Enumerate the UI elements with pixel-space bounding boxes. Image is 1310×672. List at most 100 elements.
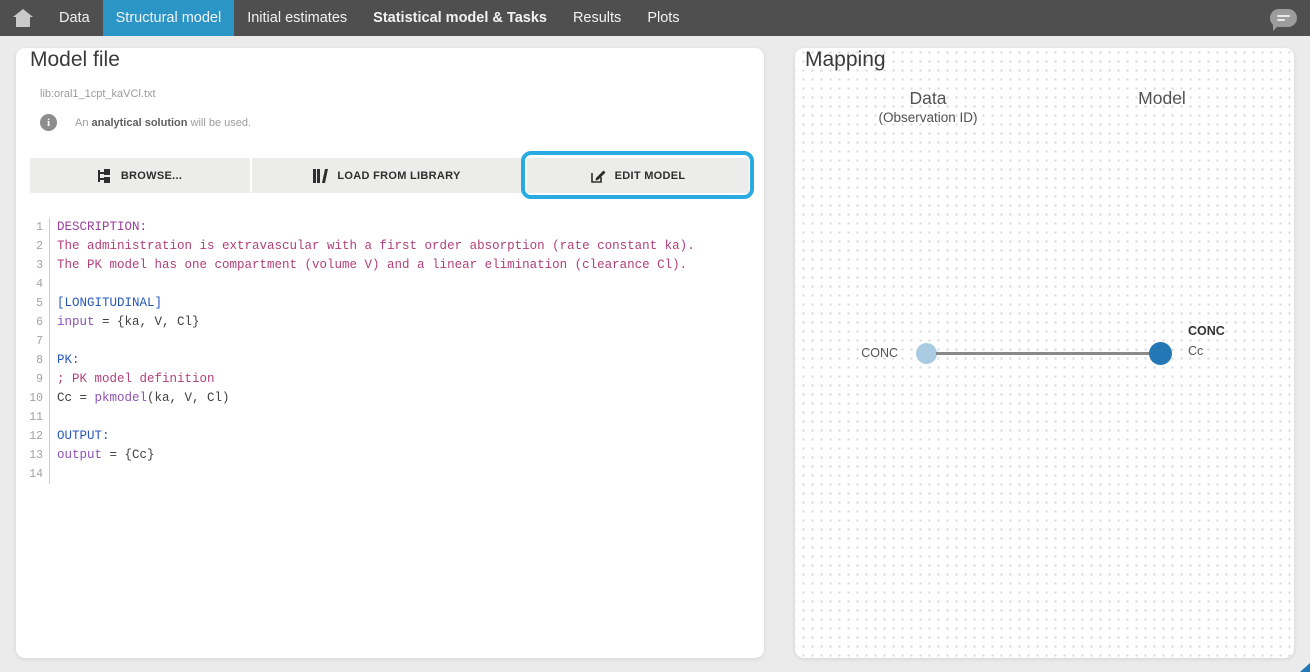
mapping-model-name: CONC	[1188, 324, 1225, 338]
model-code-editor[interactable]: 1 DESCRIPTION: 2 The administration is extr…	[20, 218, 758, 484]
code-line: 7	[20, 332, 758, 351]
line-number: 14	[20, 465, 50, 484]
corner-artifact	[1300, 663, 1310, 672]
code-line-text: input = {ka, V, Cl}	[50, 313, 200, 332]
file-browse-icon	[98, 169, 112, 183]
load-from-library-button[interactable]: LOAD FROM LIBRARY	[252, 158, 522, 193]
edit-pencil-icon	[591, 169, 606, 183]
code-token: Cc =	[57, 391, 95, 405]
tab-statistical-model-tasks[interactable]: Statistical model & Tasks	[360, 0, 560, 36]
edit-model-button-label: EDIT MODEL	[615, 170, 686, 182]
code-token: = {Cc}	[102, 448, 155, 462]
code-line-text	[50, 332, 57, 351]
line-number: 3	[20, 256, 50, 275]
code-line-text: The administration is extravascular with…	[50, 237, 695, 256]
code-line: 3 The PK model has one compartment (volum…	[20, 256, 758, 275]
code-token: (ka, V, Cl)	[147, 391, 230, 405]
mapping-data-column-header: Data	[818, 88, 1038, 109]
code-token: DESCRIPTION:	[57, 220, 147, 234]
code-line: 6input = {ka, V, Cl}	[20, 313, 758, 332]
chat-bubble-icon[interactable]	[1270, 9, 1297, 27]
code-line-text: PK:	[50, 351, 80, 370]
library-books-icon	[313, 169, 328, 183]
browse-button-label: BROWSE...	[121, 170, 182, 182]
code-token: ; PK model definition	[57, 372, 215, 386]
code-token: [LONGITUDINAL]	[57, 296, 162, 310]
code-line: 10Cc = pkmodel(ka, V, Cl)	[20, 389, 758, 408]
code-token: = {ka, V, Cl}	[95, 315, 200, 329]
code-line: 9 ; PK model definition	[20, 370, 758, 389]
code-token: OUTPUT:	[57, 429, 110, 443]
model-file-panel: Model file lib:oral1_1cpt_kaVCl.txt i An…	[16, 48, 764, 658]
mapping-connector-line	[936, 352, 1151, 355]
line-number: 2	[20, 237, 50, 256]
tab-initial-estimates[interactable]: Initial estimates	[234, 0, 360, 36]
mapping-model-column-header: Model	[1062, 88, 1262, 109]
chat-line	[1277, 15, 1290, 17]
code-token: The administration is extravascular with…	[57, 239, 695, 253]
model-file-path: lib:oral1_1cpt_kaVCl.txt	[40, 88, 156, 100]
code-line-text: [LONGITUDINAL]	[50, 294, 162, 313]
info-note-suffix: will be used.	[187, 117, 251, 129]
code-line: 2 The administration is extravascular wit…	[20, 237, 758, 256]
code-line: 5 [LONGITUDINAL]	[20, 294, 758, 313]
edit-model-button[interactable]: EDIT MODEL	[527, 158, 749, 193]
code-line: 8 PK:	[20, 351, 758, 370]
code-line-text	[50, 408, 57, 427]
line-number: 1	[20, 218, 50, 237]
mapping-model-node[interactable]	[1149, 342, 1172, 365]
code-line: 4	[20, 275, 758, 294]
code-line: 13output = {Cc}	[20, 446, 758, 465]
analytical-solution-note: i An analytical solution will be used.	[40, 114, 251, 131]
code-line-text	[50, 465, 57, 484]
code-line: 1 DESCRIPTION:	[20, 218, 758, 237]
code-token: output	[57, 448, 102, 462]
line-number: 10	[20, 389, 50, 408]
code-line: 11	[20, 408, 758, 427]
mapping-data-label: CONC	[795, 346, 898, 360]
tab-data[interactable]: Data	[46, 0, 103, 36]
info-note-text: An analytical solution will be used.	[75, 117, 251, 129]
code-line: 14	[20, 465, 758, 484]
line-number: 4	[20, 275, 50, 294]
tab-results[interactable]: Results	[560, 0, 634, 36]
tab-structural-model[interactable]: Structural model	[103, 0, 235, 36]
top-nav: DataStructural modelInitial estimatesSta…	[0, 0, 1310, 36]
load-from-library-button-label: LOAD FROM LIBRARY	[337, 170, 460, 182]
code-line-text: Cc = pkmodel(ka, V, Cl)	[50, 389, 230, 408]
code-line-text: The PK model has one compartment (volume…	[50, 256, 687, 275]
info-note-prefix: An	[75, 117, 92, 129]
nav-tabs: DataStructural modelInitial estimatesSta…	[46, 0, 693, 36]
line-number: 11	[20, 408, 50, 427]
browse-button[interactable]: BROWSE...	[30, 158, 250, 193]
code-line-text: OUTPUT:	[50, 427, 110, 446]
code-line-text: DESCRIPTION:	[50, 218, 147, 237]
tab-plots[interactable]: Plots	[634, 0, 692, 36]
code-line-text	[50, 275, 57, 294]
mapping-panel: Mapping Data (Observation ID) Model CONC…	[795, 48, 1294, 658]
code-line-text: ; PK model definition	[50, 370, 215, 389]
code-line: 12 OUTPUT:	[20, 427, 758, 446]
line-number: 13	[20, 446, 50, 465]
code-token: pkmodel	[95, 391, 148, 405]
chat-line	[1277, 19, 1285, 21]
mapping-model-output: Cc	[1188, 344, 1203, 358]
line-number: 12	[20, 427, 50, 446]
code-token: input	[57, 315, 95, 329]
model-file-title: Model file	[30, 48, 120, 72]
home-button[interactable]	[0, 0, 46, 36]
line-number: 9	[20, 370, 50, 389]
mapping-observation-id-subheader: (Observation ID)	[818, 110, 1038, 125]
mapping-row: CONC CONC Cc	[795, 48, 1294, 658]
code-token: PK:	[57, 353, 80, 367]
code-token: The PK model has one compartment (volume…	[57, 258, 687, 272]
line-number: 8	[20, 351, 50, 370]
home-icon	[13, 9, 33, 27]
line-number: 7	[20, 332, 50, 351]
mapping-title: Mapping	[805, 48, 886, 72]
info-note-bold: analytical solution	[92, 117, 188, 129]
info-icon: i	[40, 114, 57, 131]
line-number: 5	[20, 294, 50, 313]
code-line-text: output = {Cc}	[50, 446, 155, 465]
mapping-data-node[interactable]	[916, 343, 937, 364]
